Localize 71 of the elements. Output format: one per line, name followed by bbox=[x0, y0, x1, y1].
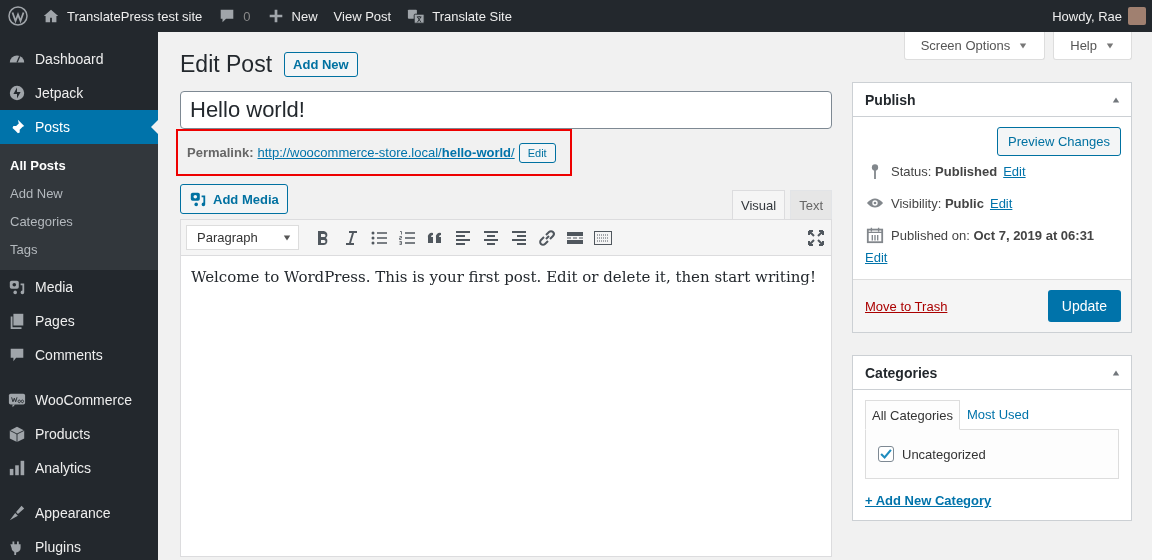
publish-info: Published on: Oct 7, 2019 at 06:31 bbox=[891, 227, 1095, 243]
submenu-item[interactable]: Add New bbox=[0, 179, 158, 207]
submenu-item[interactable]: Categories bbox=[0, 207, 158, 235]
calendar-icon bbox=[865, 226, 885, 244]
post-content[interactable]: Welcome to WordPress. This is your first post. Edit or delete it, then start writing! bbox=[181, 256, 831, 556]
home-icon bbox=[42, 7, 60, 25]
pages-icon bbox=[8, 312, 26, 330]
menu-item[interactable]: Analytics bbox=[0, 451, 158, 485]
preview-button[interactable]: Preview Changes bbox=[997, 127, 1121, 156]
collapse-triangle-icon[interactable] bbox=[1111, 368, 1121, 377]
editor-tab[interactable]: Text bbox=[790, 190, 832, 219]
menu-item[interactable]: Products bbox=[0, 417, 158, 451]
edit-link[interactable]: Edit bbox=[989, 195, 1013, 211]
category-tab[interactable]: Most Used bbox=[959, 400, 1037, 429]
box-title: Publish bbox=[865, 91, 916, 108]
update-button[interactable]: Update bbox=[1047, 290, 1121, 322]
add-category-link[interactable]: + Add New Category bbox=[865, 493, 992, 508]
publish-info: Visibility: Public bbox=[891, 195, 984, 211]
account-link[interactable]: Howdy, Rae bbox=[1052, 8, 1122, 24]
category-label: Uncategorized bbox=[902, 446, 986, 462]
speech-bubble-icon bbox=[8, 346, 26, 364]
add-new-button[interactable]: Add New bbox=[284, 51, 358, 77]
collapse-triangle-icon[interactable] bbox=[1111, 95, 1121, 104]
paintbrush-icon bbox=[8, 504, 26, 522]
editor-tab[interactable]: Visual bbox=[731, 190, 786, 219]
menu-item[interactable]: Comments bbox=[0, 338, 158, 372]
bar-chart-icon bbox=[8, 459, 26, 477]
page-title: Edit Post bbox=[180, 50, 273, 78]
link-icon[interactable] bbox=[537, 227, 557, 248]
box-title: Categories bbox=[865, 364, 938, 381]
edit-link[interactable]: Edit bbox=[865, 250, 888, 265]
menu-item[interactable]: Posts bbox=[0, 110, 158, 144]
screen-meta-tab[interactable]: Help bbox=[1053, 32, 1132, 60]
current-menu-pointer bbox=[151, 120, 158, 134]
menu-item[interactable]: Plugins bbox=[0, 530, 158, 560]
woo-bubble-icon bbox=[8, 391, 26, 409]
screen-meta-tab[interactable]: Screen Options bbox=[903, 32, 1046, 60]
caret-down-icon bbox=[1105, 41, 1115, 50]
edit-permalink-button[interactable]: Edit bbox=[518, 142, 556, 163]
toolbar-link[interactable]: 0 bbox=[243, 8, 251, 24]
bolt-circle-icon bbox=[8, 84, 26, 102]
toolbar-link[interactable]: Translate Site bbox=[432, 8, 512, 24]
title-field[interactable]: Hello world! bbox=[180, 91, 832, 129]
trash-link[interactable]: Move to Trash bbox=[865, 298, 948, 314]
category-tab[interactable]: All Categories bbox=[865, 400, 960, 430]
menu-item[interactable]: Media bbox=[0, 270, 158, 304]
translate-icon bbox=[407, 7, 426, 25]
caret-down-icon bbox=[282, 233, 292, 242]
camera-music-icon bbox=[189, 190, 207, 208]
submenu-item[interactable]: Tags bbox=[0, 235, 158, 263]
toolbar-link[interactable]: New bbox=[291, 8, 318, 24]
menu-item[interactable]: Appearance bbox=[0, 496, 158, 530]
add-media-button[interactable]: Add Media bbox=[180, 184, 288, 214]
permalink-label: Permalink: bbox=[187, 145, 254, 160]
checkbox[interactable] bbox=[878, 446, 894, 462]
menu-item[interactable]: WooCommerce bbox=[0, 383, 158, 417]
edit-link[interactable]: Edit bbox=[1003, 163, 1026, 179]
caret-down-icon bbox=[1018, 41, 1029, 50]
permalink-link[interactable]: http://woocommerce-store.local/hello-world/ bbox=[257, 145, 515, 160]
menu-item[interactable]: Jetpack bbox=[0, 76, 158, 110]
fullscreen-icon[interactable] bbox=[806, 227, 826, 248]
toolbar-link[interactable]: TranslatePress test site bbox=[67, 8, 203, 24]
camera-music-icon bbox=[8, 278, 26, 296]
publish-info: Status: Published bbox=[891, 163, 998, 179]
submenu-item[interactable]: All Posts bbox=[0, 151, 158, 179]
wordpress-logo-icon[interactable] bbox=[8, 6, 28, 26]
menu-item[interactable]: Dashboard bbox=[0, 42, 158, 76]
toolbar-link[interactable]: View Post bbox=[333, 8, 392, 24]
box-icon bbox=[8, 425, 26, 443]
format-dropdown[interactable]: Paragraph bbox=[186, 225, 299, 250]
menu-item[interactable]: Pages bbox=[0, 304, 158, 338]
